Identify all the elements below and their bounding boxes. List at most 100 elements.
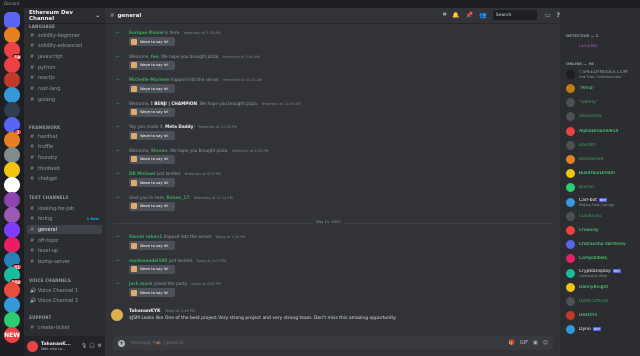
member-item[interactable]: Chitransha Varshney bbox=[566, 238, 638, 252]
member-item[interactable]: Benhamelt bbox=[566, 152, 638, 166]
channel-hiring[interactable]: # hiring 1 New bbox=[27, 215, 102, 224]
server-icon[interactable] bbox=[4, 312, 20, 328]
channel-off-topic[interactable]: # off-topic bbox=[27, 236, 102, 245]
channel-general[interactable]: # general bbox=[27, 225, 102, 235]
server-icon[interactable] bbox=[4, 237, 20, 253]
members-icon[interactable]: 👥 bbox=[479, 12, 486, 19]
server-icon[interactable] bbox=[4, 282, 20, 298]
member-item[interactable]: "Danny" bbox=[566, 96, 638, 110]
member-item[interactable]: Dextrrrs bbox=[566, 309, 638, 323]
wave-button[interactable]: Wave to say hi! bbox=[129, 37, 175, 46]
member-name[interactable]: Enrique Daniel bbox=[129, 30, 164, 35]
channel-level-up[interactable]: # level-up bbox=[27, 247, 102, 256]
member-name[interactable]: Rohan_17 bbox=[166, 195, 189, 200]
gear-icon[interactable]: ⚙ bbox=[98, 343, 102, 349]
channel-solidity-beginner[interactable]: # solidity-beginner bbox=[27, 31, 102, 40]
channel-solidity-advanced[interactable]: # solidity-advanced bbox=[27, 42, 102, 51]
message-composer[interactable]: + Message #🐗 | general 🎁 GIF ▣ ☺ bbox=[113, 336, 553, 350]
avatar[interactable] bbox=[111, 309, 123, 321]
wave-button[interactable]: Wave to say hi! bbox=[129, 154, 175, 164]
member-item[interactable]: Barroth bbox=[566, 138, 638, 152]
microphone-icon[interactable]: 🎙 bbox=[81, 343, 87, 349]
member-item[interactable]: LEGEND bbox=[566, 39, 638, 53]
server-icon[interactable]: 19 bbox=[4, 42, 22, 60]
channel-category[interactable]: TEXT CHANNELS bbox=[29, 195, 69, 200]
server-icon[interactable] bbox=[4, 57, 20, 73]
server-icon[interactable]: NEW bbox=[4, 327, 20, 343]
wave-button[interactable]: Wave to say hi! bbox=[129, 178, 175, 187]
wave-button[interactable]: Wave to say hi! bbox=[129, 131, 175, 140]
member-name[interactable]: ! BENJI | CHAMPION bbox=[151, 101, 197, 106]
member-name[interactable]: Daniel ruben1 bbox=[129, 234, 162, 239]
channel-javascript[interactable]: # javascript bbox=[27, 52, 102, 61]
gif-icon[interactable]: GIF bbox=[520, 340, 528, 346]
headphones-icon[interactable]: 🎧 bbox=[89, 343, 95, 349]
channel-category[interactable]: SUPPORT bbox=[29, 315, 51, 320]
emoji-icon[interactable]: ☺ bbox=[543, 340, 548, 346]
channel-golang[interactable]: # golang bbox=[27, 95, 102, 104]
member-name[interactable]: Steven. bbox=[151, 148, 169, 153]
member-name[interactable]: Michelle-Marlene bbox=[129, 77, 170, 82]
sticker-icon[interactable]: ▣ bbox=[533, 340, 538, 346]
channel-truffle[interactable]: # truffle bbox=[27, 143, 102, 152]
channel-hardhat[interactable]: # hardhat bbox=[27, 132, 102, 141]
search-input[interactable]: Search bbox=[492, 10, 537, 20]
server-icon[interactable] bbox=[4, 147, 20, 163]
message-input[interactable]: Message #🐗 | general bbox=[131, 341, 183, 346]
wave-button[interactable]: Wave to say hi! bbox=[129, 288, 175, 297]
wave-button[interactable]: Wave to say hi! bbox=[129, 241, 175, 250]
member-item[interactable]: Aeonchria bbox=[566, 110, 638, 124]
channel-category[interactable]: VOICE CHANNELS bbox=[29, 278, 71, 283]
wave-button[interactable]: Wave to say hi! bbox=[129, 201, 175, 211]
member-item[interactable]: BuildYourDream bbox=[566, 167, 638, 181]
pin-icon[interactable]: 📌 bbox=[466, 12, 473, 19]
member-item[interactable]: ! SPEEDYNODES.COM Free Trails "unlimited … bbox=[566, 67, 638, 81]
member-name[interactable]: DR Michael bbox=[129, 171, 155, 176]
channel-chatgpt[interactable]: # chatgpt bbox=[27, 175, 102, 184]
bell-icon[interactable]: 🔔 bbox=[452, 12, 459, 19]
member-item[interactable]: CryptoDisplay BOT Listening to /help bbox=[566, 266, 638, 280]
channel-looking-for-job[interactable]: # looking-for-job bbox=[27, 204, 102, 213]
message-author[interactable]: TahananKYK bbox=[129, 309, 160, 314]
server-icon[interactable]: 2 bbox=[4, 117, 22, 135]
member-item[interactable]: Dyno BOT bbox=[566, 323, 638, 337]
member-name[interactable]: Meta Daddy bbox=[165, 124, 193, 129]
wave-button[interactable]: Wave to say hi! bbox=[129, 107, 175, 117]
channel-category[interactable]: FRAMEWORK bbox=[29, 125, 60, 130]
channel-create-ticket[interactable]: # create-ticket bbox=[27, 323, 102, 332]
server-icon[interactable] bbox=[4, 102, 20, 118]
member-name[interactable]: jack mack bbox=[129, 281, 152, 286]
member-item[interactable]: Delta Official bbox=[566, 294, 638, 308]
channel-rust-lang[interactable]: # rust-lang bbox=[27, 85, 102, 94]
member-item[interactable]: AlphaDream0914 bbox=[566, 124, 638, 138]
wave-button[interactable]: Wave to say hi! bbox=[129, 60, 175, 70]
channel-bump-server[interactable]: # bump-server bbox=[27, 258, 102, 267]
member-item[interactable]: CDGKGnu bbox=[566, 209, 638, 223]
channel-category[interactable]: LANGUAGE bbox=[29, 24, 55, 29]
server-icon[interactable] bbox=[4, 207, 20, 223]
channel-reactjs[interactable]: # reactjs bbox=[27, 74, 102, 83]
channel-thirdweb[interactable]: # thirdweb bbox=[27, 164, 102, 173]
member-item[interactable]: CompatibleC bbox=[566, 252, 638, 266]
member-item[interactable]: Carl-bot BOT Playing /help | carl.gg bbox=[566, 195, 638, 209]
server-icon[interactable] bbox=[4, 297, 20, 313]
member-item[interactable]: "Anna" bbox=[566, 81, 638, 95]
server-icon[interactable] bbox=[4, 12, 20, 28]
server-icon[interactable] bbox=[4, 27, 20, 43]
member-name[interactable]: markmendal100 bbox=[129, 258, 167, 263]
member-item[interactable]: Chancey bbox=[566, 223, 638, 237]
channel-foundry[interactable]: # foundry bbox=[27, 153, 102, 162]
server-icon[interactable] bbox=[4, 72, 20, 88]
server-icon[interactable] bbox=[4, 87, 20, 103]
inbox-icon[interactable]: ▭ bbox=[545, 12, 551, 19]
server-icon[interactable] bbox=[4, 162, 20, 178]
server-icon[interactable] bbox=[4, 192, 20, 208]
channel-voice-channel-2[interactable]: 🔊 Voice Channel 2 bbox=[27, 297, 102, 306]
wave-button[interactable]: Wave to say hi! bbox=[129, 84, 175, 93]
server-icon[interactable]: 184 bbox=[4, 267, 22, 285]
member-item[interactable]: Burner bbox=[566, 181, 638, 195]
server-icon[interactable] bbox=[4, 177, 20, 193]
channel-python[interactable]: # python bbox=[27, 63, 102, 72]
wave-button[interactable]: Wave to say hi! bbox=[129, 264, 175, 274]
server-header[interactable]: Ethereum Dev Channel ⌄ bbox=[24, 8, 105, 24]
